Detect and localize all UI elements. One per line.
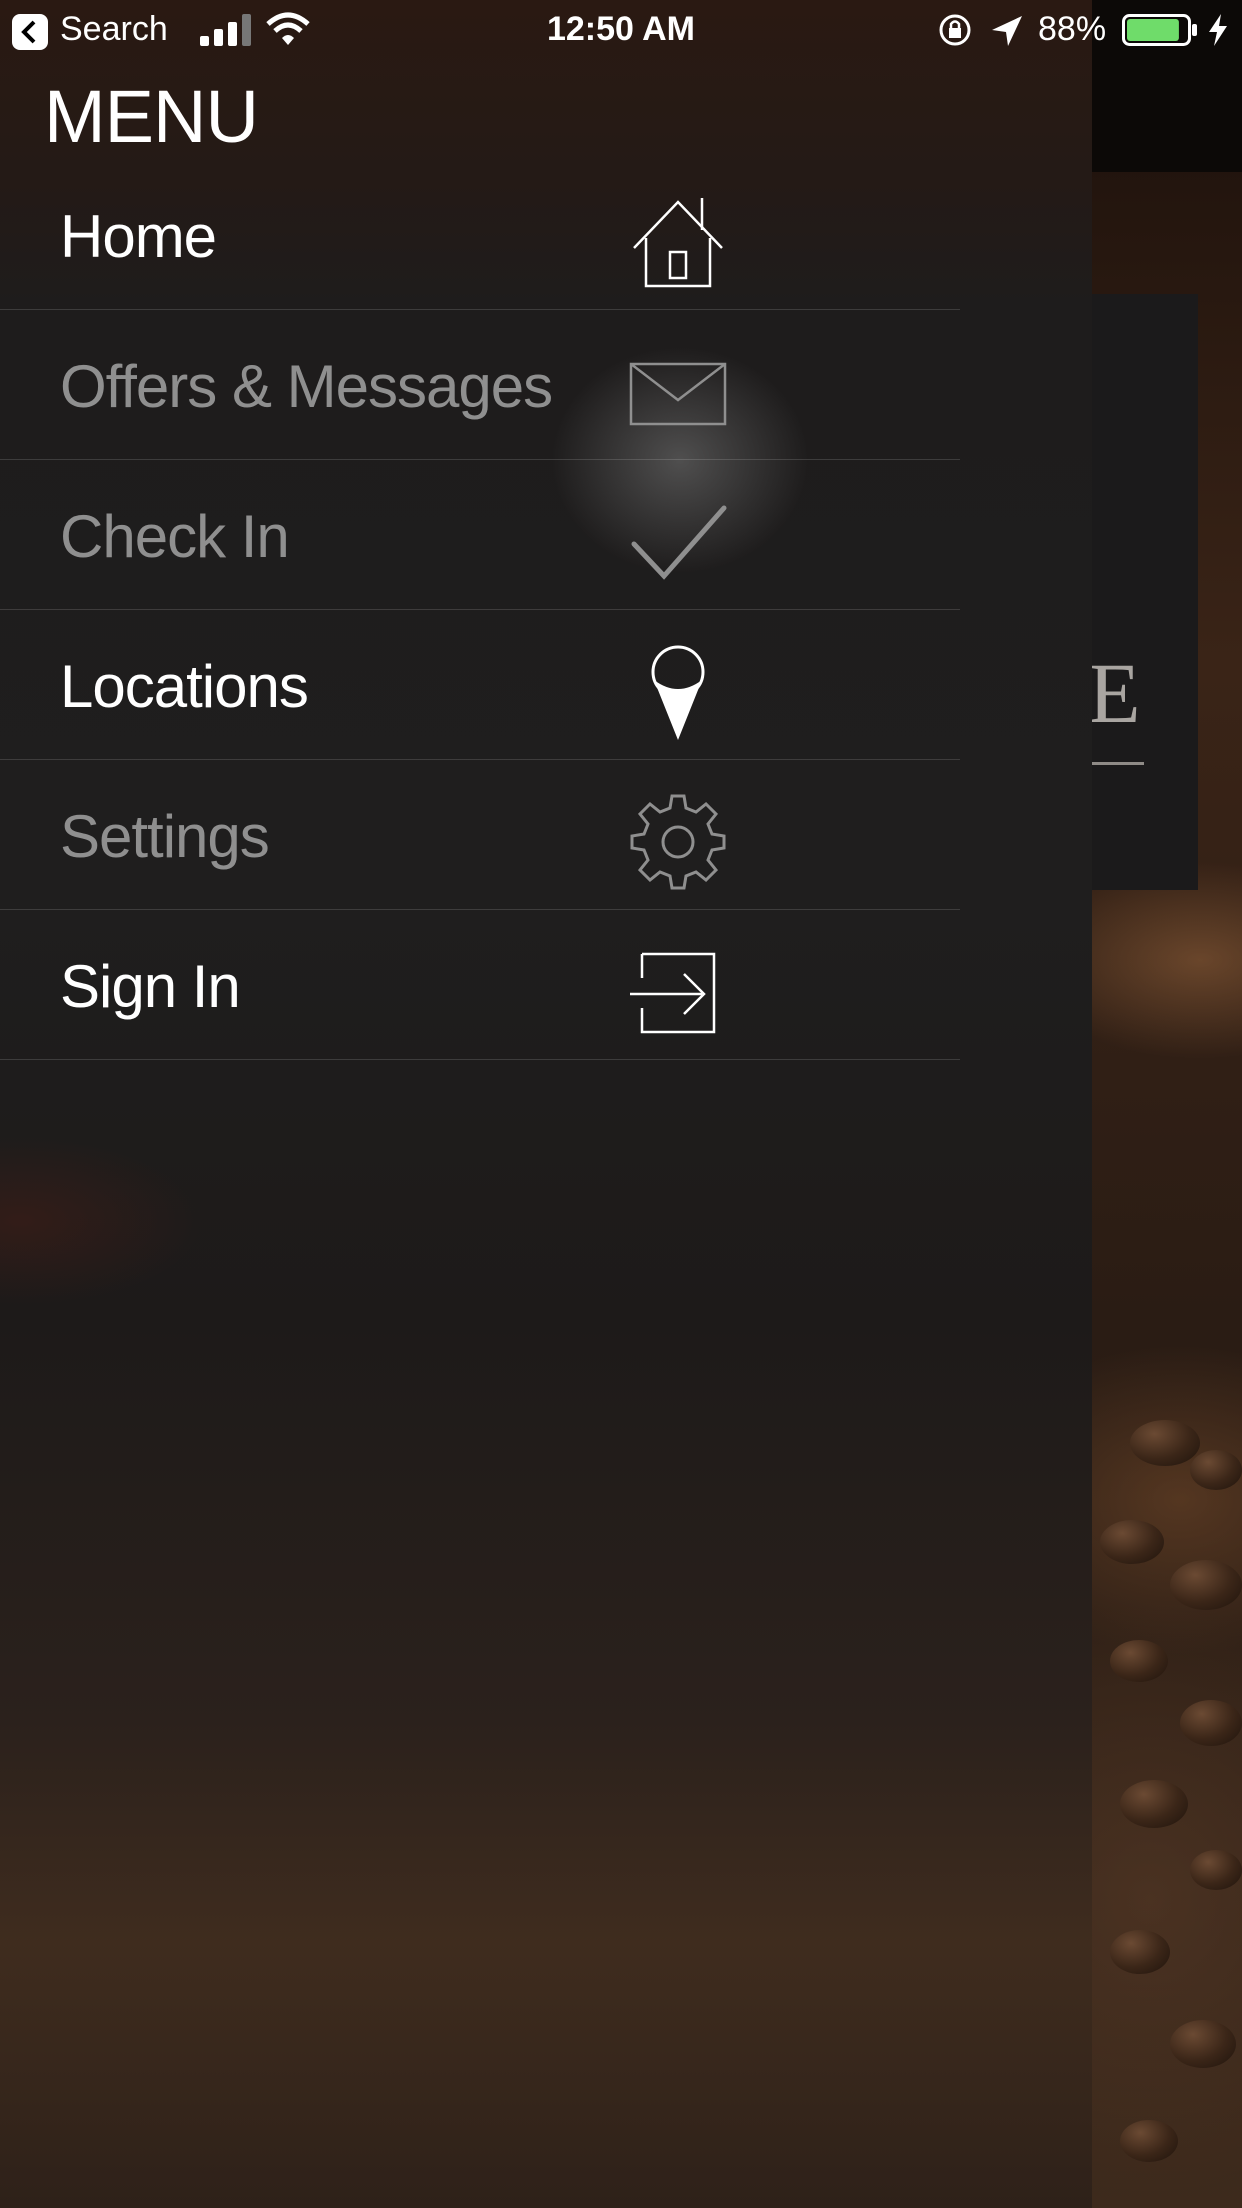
location-arrow-icon [992,16,1022,46]
charging-bolt-icon [1209,14,1227,46]
sign-in-icon [628,942,728,1042]
menu-drawer: MENU Home Offers & Messages Check In Loc… [0,0,1092,2208]
coffee-bean [1190,1450,1242,1490]
menu-item-label: Home [60,203,217,270]
menu-item-settings[interactable]: Settings [0,760,960,910]
menu-title: MENU [44,75,259,158]
coffee-bean [1110,1930,1170,1974]
coffee-bean [1130,1420,1200,1466]
menu-item-label: Offers & Messages [60,353,553,420]
coffee-bean [1190,1850,1242,1890]
menu-item-check-in[interactable]: Check In [0,460,960,610]
map-pin-icon [628,642,728,742]
menu-item-label: Settings [60,803,270,870]
background-logo-rule [1092,762,1144,765]
menu-item-offers-messages[interactable]: Offers & Messages [0,310,960,460]
menu-item-label: Locations [60,653,309,720]
menu-item-label: Check In [60,503,290,570]
orientation-lock-icon [939,14,971,46]
background-logo-card [1092,294,1198,890]
menu-item-label: Sign In [60,953,241,1020]
coffee-bean [1120,1780,1188,1828]
battery-percent: 88% [1038,10,1107,48]
menu-item-home[interactable]: Home [0,160,960,310]
status-bar: Search 12:50 AM 88% [0,0,1242,62]
coffee-bean [1170,1560,1242,1610]
menu-item-sign-in[interactable]: Sign In [0,910,960,1060]
background-logo-letter: E [1088,645,1143,741]
coffee-bean [1170,2020,1236,2068]
coffee-bean [1120,2120,1178,2162]
coffee-bean [1110,1640,1168,1682]
coffee-bean [1180,1700,1242,1746]
battery-icon [1122,14,1197,46]
house-icon [628,192,728,292]
gear-icon [628,792,728,892]
envelope-icon [628,342,728,442]
coffee-bean [1100,1520,1164,1564]
checkmark-icon [628,492,728,592]
menu-item-locations[interactable]: Locations [0,610,960,760]
menu-list: Home Offers & Messages Check In Location… [0,160,960,1060]
